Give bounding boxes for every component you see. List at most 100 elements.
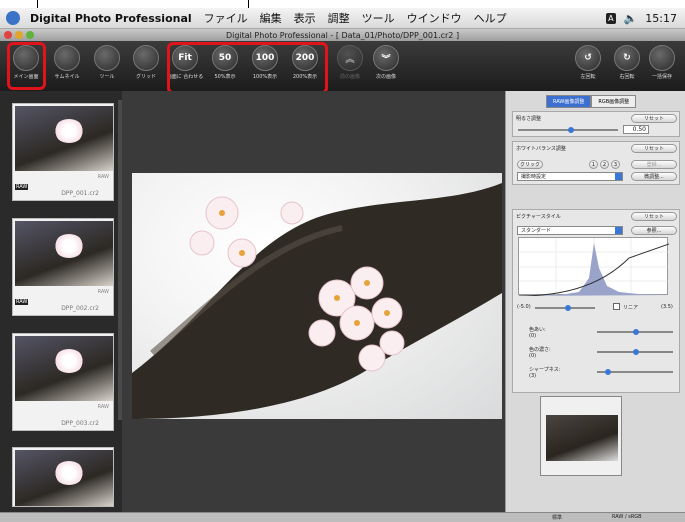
navigator-image <box>546 415 618 461</box>
wb-preset-select[interactable]: 撮影時設定 <box>517 172 623 181</box>
grid-icon <box>133 45 159 71</box>
click-white-balance-button[interactable]: クリック <box>517 160 543 169</box>
toolbar-label: 右回転 <box>619 74 635 80</box>
rotate-right-icon: ↻ <box>614 45 640 71</box>
menu-tools[interactable]: ツール <box>362 10 395 26</box>
tone-label: 色あい: <box>529 327 546 333</box>
tool-button[interactable]: ツール <box>87 45 127 80</box>
tone-range-slider[interactable] <box>535 305 595 311</box>
wb-slot-3-button[interactable]: 3 <box>611 160 620 169</box>
app-window: Digital Photo Professional ファイル 編集 表示 調整… <box>0 0 685 522</box>
tool-palette: RAW画像調整 RGB画像調整 明るさ調整 リセット 0.50 ホワイトバランス… <box>505 91 685 512</box>
window-titlebar: Digital Photo Professional - [ Data_01/P… <box>0 29 685 41</box>
thumbnail-item[interactable] <box>12 447 114 507</box>
slider-knob[interactable] <box>605 369 611 375</box>
picture-style-browse-button[interactable]: 参照... <box>631 226 677 235</box>
slider-knob[interactable] <box>633 329 639 335</box>
thumbnail-icon <box>54 45 80 71</box>
wb-slot-2-button[interactable]: 2 <box>600 160 609 169</box>
thumbnail-filename: DPP_001.cr2 <box>61 190 99 197</box>
thumbnail-image <box>15 106 113 171</box>
slider-knob[interactable] <box>565 305 571 311</box>
thumbnail-button[interactable]: サムネイル <box>47 45 87 80</box>
menu-edit[interactable]: 編集 <box>260 10 282 26</box>
tab-rgb-adjust[interactable]: RGB画像調整 <box>591 95 637 108</box>
menu-view[interactable]: 表示 <box>294 10 316 26</box>
grid-button[interactable]: グリッド <box>126 45 166 80</box>
saturation-value: (0) <box>529 353 537 359</box>
apple-icon[interactable] <box>6 11 20 25</box>
clock[interactable]: 15:17 <box>645 12 677 25</box>
thumbnail-image <box>15 336 113 401</box>
main-photo[interactable] <box>132 173 502 419</box>
thumbnail-filename: DPP_002.cr2 <box>61 305 99 312</box>
batch-save-button[interactable]: 一括保存 <box>642 45 682 80</box>
white-balance-reset-button[interactable]: リセット <box>631 144 677 153</box>
sharpness-value: (3) <box>529 373 537 379</box>
input-method-icon[interactable]: A <box>606 12 616 24</box>
toolbar-label: 前の画像 <box>339 74 360 80</box>
zoom-icon[interactable] <box>26 31 34 39</box>
menu-window[interactable]: ウインドウ <box>407 10 462 26</box>
thumbnail-item[interactable]: RAW RAW DPP_002.cr2 <box>12 218 114 316</box>
menu-help[interactable]: ヘルプ <box>474 10 507 26</box>
tone-slider[interactable] <box>597 329 673 335</box>
menu-file[interactable]: ファイル <box>204 10 248 26</box>
app-name[interactable]: Digital Photo Professional <box>30 12 192 25</box>
next-image-button[interactable]: ︾ 次の画像 <box>366 45 406 80</box>
raw-badge: RAW <box>97 404 109 410</box>
close-icon[interactable] <box>4 31 12 39</box>
picture-style-select[interactable]: スタンダード <box>517 226 623 235</box>
histogram-graph <box>518 238 670 297</box>
volume-icon[interactable]: 🔈 <box>624 12 638 25</box>
linear-label: リニア <box>623 305 639 311</box>
brightness-title: 明るさ調整 <box>516 116 542 122</box>
range-min-label: (-5.0) <box>517 304 531 310</box>
sharpness-slider[interactable] <box>597 369 673 375</box>
previous-image-button[interactable]: ︽ 前の画像 <box>330 45 370 80</box>
tab-raw-adjust[interactable]: RAW画像調整 <box>546 95 592 108</box>
linear-checkbox[interactable] <box>613 303 620 310</box>
picture-style-title: ピクチャースタイル <box>516 214 561 220</box>
menu-adjust[interactable]: 調整 <box>328 10 350 26</box>
brightness-slider[interactable] <box>518 127 618 133</box>
status-colorspace: RAW / sRGB <box>612 514 642 520</box>
thumbnail-item[interactable]: RAW DPP_003.cr2 <box>12 333 114 431</box>
raw-tag: RAW <box>15 299 29 305</box>
sharpness-label: シャープネス: <box>529 367 561 373</box>
chevron-up-icon: ︽ <box>337 45 363 71</box>
tool-icon <box>94 45 120 71</box>
raw-tag: RAW <box>15 184 29 190</box>
menu-bar: Digital Photo Professional ファイル 編集 表示 調整… <box>0 8 685 29</box>
saturation-label: 色の濃さ: <box>529 347 551 353</box>
wb-register-button[interactable]: 登録... <box>631 160 677 169</box>
wb-slot-1-button[interactable]: 1 <box>589 160 598 169</box>
rotate-right-button[interactable]: ↻ 右回転 <box>607 45 647 80</box>
toolbar: メイン画面 サムネイル ツール グリッド Fit 画面に 合わせる 50 50%… <box>0 41 685 91</box>
brightness-value[interactable]: 0.50 <box>623 125 649 134</box>
brightness-reset-button[interactable]: リセット <box>631 114 677 123</box>
slider-knob[interactable] <box>568 127 574 133</box>
wb-fine-tune-button[interactable]: 微調整... <box>631 172 677 181</box>
toolbar-label: 左回転 <box>580 74 596 80</box>
saturation-slider[interactable] <box>597 349 673 355</box>
white-balance-title: ホワイトバランス調整 <box>516 146 566 152</box>
thumbnail-item[interactable]: RAW RAW DPP_001.cr2 <box>12 103 114 201</box>
rotate-left-button[interactable]: ↺ 左回転 <box>568 45 608 80</box>
image-view <box>122 91 505 512</box>
navigator-preview[interactable] <box>540 396 622 476</box>
minimize-icon[interactable] <box>15 31 23 39</box>
raw-badge: RAW <box>97 174 109 180</box>
status-mode: 標準 <box>552 515 563 521</box>
brightness-section: 明るさ調整 リセット 0.50 <box>512 111 680 137</box>
slider-knob[interactable] <box>633 349 639 355</box>
picture-style-reset-button[interactable]: リセット <box>631 212 677 221</box>
highlight-main-button <box>7 42 46 90</box>
toolbar-label: サムネイル <box>54 74 80 80</box>
thumbnail-image <box>15 450 113 506</box>
chevron-down-icon: ︾ <box>373 45 399 71</box>
toolbar-label: グリッド <box>135 74 156 80</box>
toolbar-label: 次の画像 <box>375 74 396 80</box>
tone-curve-histogram[interactable] <box>518 237 670 297</box>
window-title: Digital Photo Professional - [ Data_01/P… <box>225 30 460 40</box>
